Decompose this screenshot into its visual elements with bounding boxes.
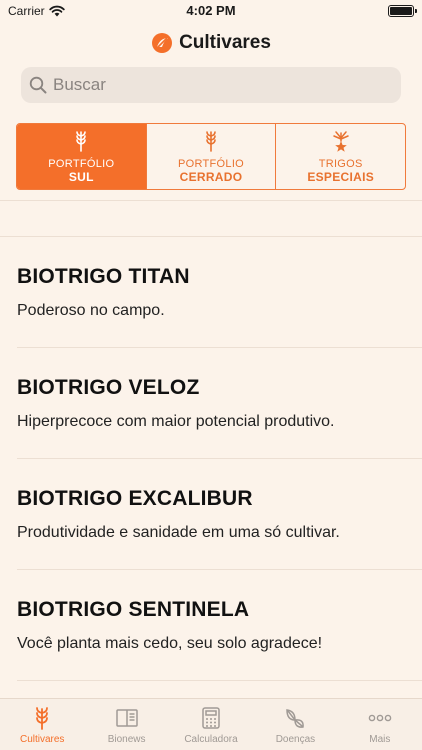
wheat-icon <box>36 707 49 730</box>
tab-label: Doenças <box>275 734 316 745</box>
cultivar-tagline: Hiperprecoce com maior potencial produti… <box>17 413 335 430</box>
tab-label: Cultivares <box>19 734 65 745</box>
search-bar[interactable] <box>21 67 401 103</box>
segment-label-top: TRIGOS <box>318 157 363 170</box>
search-icon <box>29 76 47 94</box>
cultivar-item-titan[interactable]: BIOTRIGO TITAN Poderoso no campo. <box>0 237 422 348</box>
book-icon <box>115 709 138 727</box>
cultivar-tagline: Você planta mais cedo, seu solo agradece… <box>17 635 323 652</box>
tab-calculadora[interactable]: Calculadora <box>169 699 253 750</box>
cultivar-list: BIOTRIGO TITAN Poderoso no campo. BIOTRI… <box>0 236 422 681</box>
cultivar-item-sentinela[interactable]: BIOTRIGO SENTINELA Você planta mais cedo… <box>0 570 422 681</box>
cultivar-item-veloz[interactable]: BIOTRIGO VELOZ Hiperprecoce com maior po… <box>0 348 422 459</box>
tab-doencas[interactable]: Doenças <box>253 699 337 750</box>
calculator-icon <box>202 707 220 729</box>
segment-label-bottom: CERRADO <box>179 169 243 184</box>
cultivar-name: BIOTRIGO SENTINELA <box>17 598 250 621</box>
tab-label: Calculadora <box>184 734 238 745</box>
segment-label-bottom: ESPECIAIS <box>307 169 375 184</box>
status-bar: Carrier 4:02 PM <box>0 0 422 24</box>
segment-trigos-especiais[interactable]: TRIGOS ESPECIAIS <box>276 124 405 189</box>
segment-portfolio-sul[interactable]: PORTFÓLIO SUL <box>17 124 147 189</box>
tab-cultivares[interactable]: Cultivares <box>0 699 84 750</box>
tab-label: Mais <box>369 734 391 745</box>
leaves-icon <box>286 709 305 728</box>
search-input[interactable] <box>53 75 373 95</box>
app-header: Cultivares <box>0 28 422 58</box>
segment-label-top: PORTFÓLIO <box>48 157 115 170</box>
logo-icon <box>152 33 173 53</box>
tab-label: Bionews <box>107 734 146 745</box>
cultivar-tagline: Poderoso no campo. <box>17 302 165 319</box>
portfolio-segmented-control: PORTFÓLIO SUL PORTFÓLIO CERRADO TRIGOS E… <box>16 123 406 190</box>
page-title: Cultivares <box>179 32 271 53</box>
tab-bionews[interactable]: Bionews <box>84 699 168 750</box>
wheat-icon <box>76 130 87 152</box>
divider <box>0 200 422 201</box>
segment-label-top: PORTFÓLIO <box>177 157 245 170</box>
cultivar-item-excalibur[interactable]: BIOTRIGO EXCALIBUR Produtividade e sanid… <box>0 459 422 570</box>
tab-bar: Cultivares Bionews Calculadora Doenças M… <box>0 698 422 750</box>
cultivar-name: BIOTRIGO TITAN <box>17 265 190 288</box>
wheat-icon <box>206 130 216 152</box>
status-time: 4:02 PM <box>186 3 236 18</box>
cultivar-tagline: Produtividade e sanidade em uma só culti… <box>17 524 340 541</box>
tab-mais[interactable]: Mais <box>338 699 422 750</box>
segment-label-bottom: SUL <box>68 169 94 184</box>
cultivar-name: BIOTRIGO EXCALIBUR <box>17 487 253 510</box>
more-icon <box>368 714 392 722</box>
cultivar-name: BIOTRIGO VELOZ <box>17 376 200 399</box>
wheat-star-icon <box>332 130 349 152</box>
segment-portfolio-cerrado[interactable]: PORTFÓLIO CERRADO <box>147 124 277 189</box>
battery-icon <box>388 5 417 17</box>
